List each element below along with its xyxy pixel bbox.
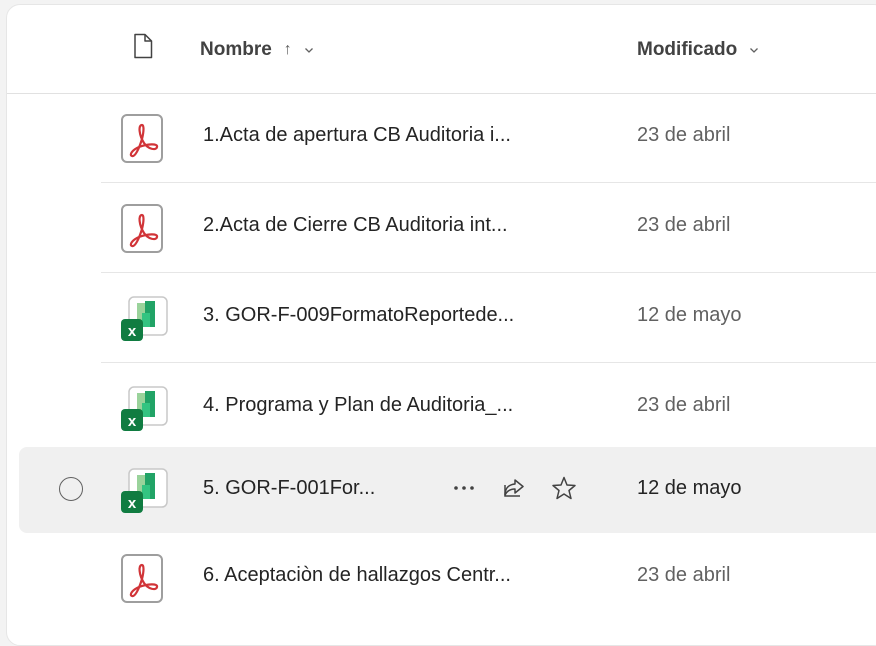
excel-file-icon: x xyxy=(121,386,168,431)
modified-date: 23 de abril xyxy=(637,124,731,146)
modified-column-header[interactable]: Modificado xyxy=(637,39,759,61)
sort-ascending-icon: ↑ xyxy=(283,41,292,58)
chevron-down-icon[interactable] xyxy=(304,45,314,55)
file-row[interactable]: 1.Acta de apertura CB Auditoria i... 23 … xyxy=(7,93,876,183)
modified-date: 23 de abril xyxy=(637,394,731,416)
file-name[interactable]: 2.Acta de Cierre CB Auditoria int... xyxy=(203,214,508,237)
excel-file-icon: x xyxy=(121,468,168,513)
file-row[interactable]: 2.Acta de Cierre CB Auditoria int... 23 … xyxy=(7,183,876,273)
pdf-file-icon xyxy=(121,204,163,253)
share-icon[interactable] xyxy=(497,471,531,505)
file-row-hovered[interactable]: x 5. GOR-F-001For... 12 de mayo xyxy=(7,447,876,533)
more-icon[interactable] xyxy=(447,471,481,505)
column-header: Nombre ↑ Modificado xyxy=(7,5,876,94)
document-icon xyxy=(134,33,153,59)
name-column-header[interactable]: Nombre ↑ xyxy=(200,39,314,61)
row-select-checkbox[interactable] xyxy=(59,477,83,501)
svg-text:x: x xyxy=(128,323,137,340)
excel-file-icon: x xyxy=(121,296,168,341)
file-name[interactable]: 6. Aceptaciòn de hallazgos Centr... xyxy=(203,564,511,587)
modified-date: 12 de mayo xyxy=(637,477,742,499)
pdf-file-icon xyxy=(121,554,163,603)
file-list-panel: Nombre ↑ Modificado 1.Acta de apertura C… xyxy=(6,4,876,646)
pdf-file-icon xyxy=(121,114,163,163)
row-actions xyxy=(447,471,581,505)
file-row[interactable]: x 4. Programa y Plan de Auditoria_... 23… xyxy=(7,363,876,453)
star-icon[interactable] xyxy=(547,471,581,505)
modified-date: 23 de abril xyxy=(637,564,731,586)
file-row[interactable]: 6. Aceptaciòn de hallazgos Centr... 23 d… xyxy=(7,533,876,623)
name-column-label: Nombre xyxy=(200,39,272,60)
file-name[interactable]: 4. Programa y Plan de Auditoria_... xyxy=(203,394,513,417)
chevron-down-icon[interactable] xyxy=(749,45,759,55)
svg-text:x: x xyxy=(128,495,137,512)
file-name[interactable]: 1.Acta de apertura CB Auditoria i... xyxy=(203,124,511,147)
modified-column-label: Modificado xyxy=(637,39,738,60)
file-name[interactable]: 3. GOR-F-009FormatoReportede... xyxy=(203,304,514,327)
svg-text:x: x xyxy=(128,413,137,430)
modified-date: 12 de mayo xyxy=(637,304,742,326)
file-row[interactable]: x 3. GOR-F-009FormatoReportede... 12 de … xyxy=(7,273,876,363)
modified-date: 23 de abril xyxy=(637,214,731,236)
file-name[interactable]: 5. GOR-F-001For... xyxy=(203,477,375,500)
